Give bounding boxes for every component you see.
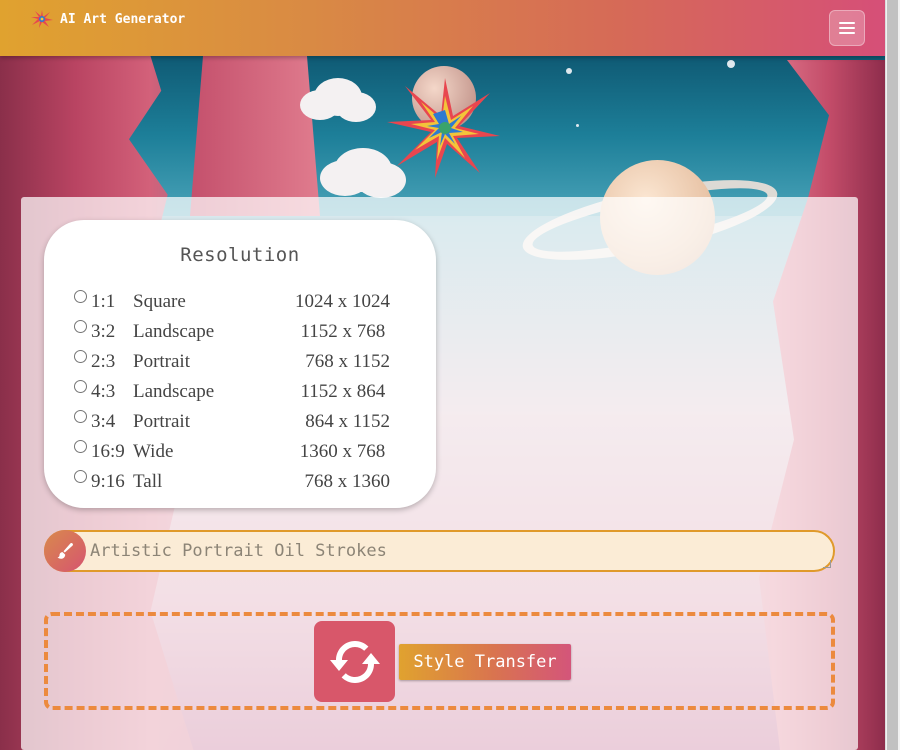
paintbrush-icon[interactable] [44, 530, 86, 572]
refresh-button[interactable] [314, 621, 395, 702]
resolution-size: 864 x 1152 [300, 411, 390, 432]
resolution-title: Resolution [180, 244, 300, 266]
resolution-ratio: 3:2 [91, 321, 116, 342]
resolution-ratio: 16:9 [91, 441, 125, 462]
resolution-ratio: 1:1 [91, 291, 116, 312]
resize-grip[interactable] [823, 560, 831, 568]
resolution-ratio: 9:16 [91, 471, 125, 492]
resolution-name: Landscape [133, 381, 215, 402]
scrollbar-thumb[interactable] [887, 0, 898, 750]
resolution-name: Portrait [133, 411, 190, 432]
star-decoration [576, 124, 579, 127]
resolution-name: Landscape [133, 321, 215, 342]
menu-button[interactable] [829, 10, 865, 46]
resolution-radio[interactable] [74, 350, 87, 363]
resolution-size: 1024 x 1024 [295, 291, 390, 312]
prompt-field [44, 530, 835, 572]
resolution-radio[interactable] [74, 440, 87, 453]
cloud-decoration [320, 160, 370, 196]
page-scrollbar[interactable] [885, 0, 900, 750]
style-drop-zone[interactable]: Style Transfer [44, 612, 835, 710]
star-decoration [727, 60, 735, 68]
refresh-icon [329, 640, 380, 683]
cloud-decoration [300, 90, 340, 120]
main-panel: Resolution 1:1 Square 1024 x 1024 3:2 La… [21, 197, 858, 750]
app-title: AI Art Generator [60, 11, 186, 27]
hamburger-line [839, 32, 855, 34]
cliff-decoration [190, 56, 320, 216]
resolution-ratio: 4:3 [91, 381, 116, 402]
resolution-radio[interactable] [74, 380, 87, 393]
hamburger-menu-icon [839, 22, 855, 24]
resolution-radio[interactable] [74, 290, 87, 303]
resolution-radio[interactable] [74, 320, 87, 333]
prompt-input[interactable] [88, 532, 828, 570]
hamburger-line [839, 27, 855, 29]
resolution-radio[interactable] [74, 470, 87, 483]
resolution-name: Square [133, 291, 186, 312]
resolution-card: Resolution 1:1 Square 1024 x 1024 3:2 La… [44, 220, 436, 508]
brand[interactable]: AI Art Generator [30, 9, 185, 29]
style-transfer-button[interactable]: Style Transfer [399, 644, 571, 680]
brand-logo-icon [31, 10, 53, 28]
resolution-size: 768 x 1152 [300, 351, 390, 372]
paintbrush-glyph [57, 543, 73, 559]
resolution-name: Tall [133, 471, 163, 492]
resolution-size: 1360 x 768 [299, 441, 390, 462]
top-navbar: AI Art Generator [0, 0, 885, 56]
resolution-ratio: 2:3 [91, 351, 116, 372]
resolution-ratio: 3:4 [91, 411, 116, 432]
resolution-size: 768 x 1360 [299, 471, 391, 492]
resolution-name: Portrait [133, 351, 190, 372]
star-decoration [566, 68, 572, 74]
resolution-size: 1152 x 864 [300, 381, 390, 402]
paint-splash-icon [387, 78, 500, 178]
resolution-name: Wide [133, 441, 174, 462]
resolution-size: 1152 x 768 [300, 321, 390, 342]
resolution-radio[interactable] [74, 410, 87, 423]
